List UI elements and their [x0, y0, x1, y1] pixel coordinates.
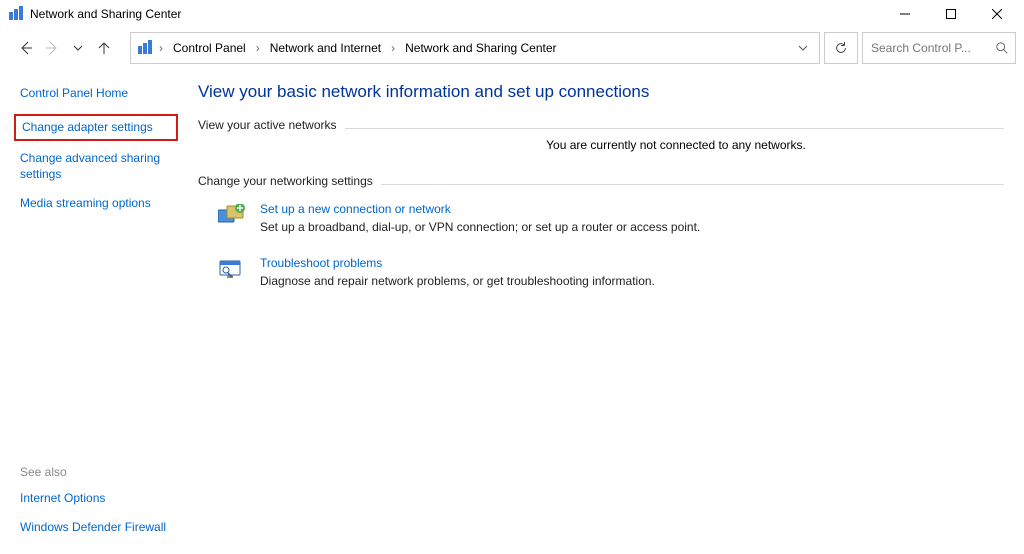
maximize-button[interactable] — [928, 0, 974, 28]
minimize-button[interactable] — [882, 0, 928, 28]
main-content: View your basic network information and … — [190, 68, 1024, 554]
sidebar-link-advanced-sharing[interactable]: Change advanced sharing settings — [20, 151, 178, 182]
breadcrumb-item[interactable]: Network and Internet — [266, 39, 385, 57]
sidebar: Control Panel Home Change adapter settin… — [0, 68, 190, 554]
network-settings-label: Change your networking settings — [198, 174, 373, 188]
nav-bar: › Control Panel › Network and Internet ›… — [0, 28, 1024, 68]
option-troubleshoot[interactable]: Troubleshoot problems Diagnose and repai… — [218, 256, 1004, 288]
sidebar-link-media-streaming[interactable]: Media streaming options — [20, 196, 178, 212]
search-input[interactable] — [869, 40, 989, 56]
window-title: Network and Sharing Center — [30, 7, 181, 21]
breadcrumb-item[interactable]: Control Panel — [169, 39, 250, 57]
option-desc-troubleshoot: Diagnose and repair network problems, or… — [260, 274, 655, 288]
title-bar: Network and Sharing Center — [0, 0, 1024, 28]
option-link-setup[interactable]: Set up a new connection or network — [260, 202, 451, 216]
nav-up-button[interactable] — [92, 36, 116, 60]
sidebar-link-adapter-settings[interactable]: Change adapter settings — [14, 114, 178, 142]
option-desc-setup: Set up a broadband, dial-up, or VPN conn… — [260, 220, 700, 234]
nav-back-button[interactable] — [14, 36, 38, 60]
address-dropdown-icon[interactable] — [793, 42, 813, 54]
address-icon — [137, 40, 153, 56]
sidebar-link-home[interactable]: Control Panel Home — [20, 86, 178, 102]
breadcrumb-item[interactable]: Network and Sharing Center — [401, 39, 560, 57]
chevron-right-icon[interactable]: › — [254, 41, 262, 55]
window-controls — [882, 0, 1020, 28]
close-button[interactable] — [974, 0, 1020, 28]
seealso-link-internet-options[interactable]: Internet Options — [20, 491, 178, 507]
nav-forward-button[interactable] — [40, 36, 64, 60]
chevron-right-icon[interactable]: › — [389, 41, 397, 55]
option-setup-connection[interactable]: Set up a new connection or network Set u… — [218, 202, 1004, 234]
chevron-right-icon[interactable]: › — [157, 41, 165, 55]
search-box[interactable] — [862, 32, 1016, 64]
seealso-heading: See also — [20, 465, 178, 479]
troubleshoot-icon — [218, 256, 246, 284]
refresh-button[interactable] — [824, 32, 858, 64]
search-icon[interactable] — [995, 41, 1009, 55]
option-link-troubleshoot[interactable]: Troubleshoot problems — [260, 256, 382, 270]
nav-recent-button[interactable] — [66, 36, 90, 60]
active-networks-message: You are currently not connected to any n… — [198, 138, 1004, 152]
seealso-link-firewall[interactable]: Windows Defender Firewall — [20, 520, 178, 536]
connection-icon — [218, 202, 246, 230]
page-heading: View your basic network information and … — [198, 82, 1004, 102]
address-bar[interactable]: › Control Panel › Network and Internet ›… — [130, 32, 820, 64]
active-networks-label: View your active networks — [198, 118, 337, 132]
app-icon — [8, 6, 24, 22]
